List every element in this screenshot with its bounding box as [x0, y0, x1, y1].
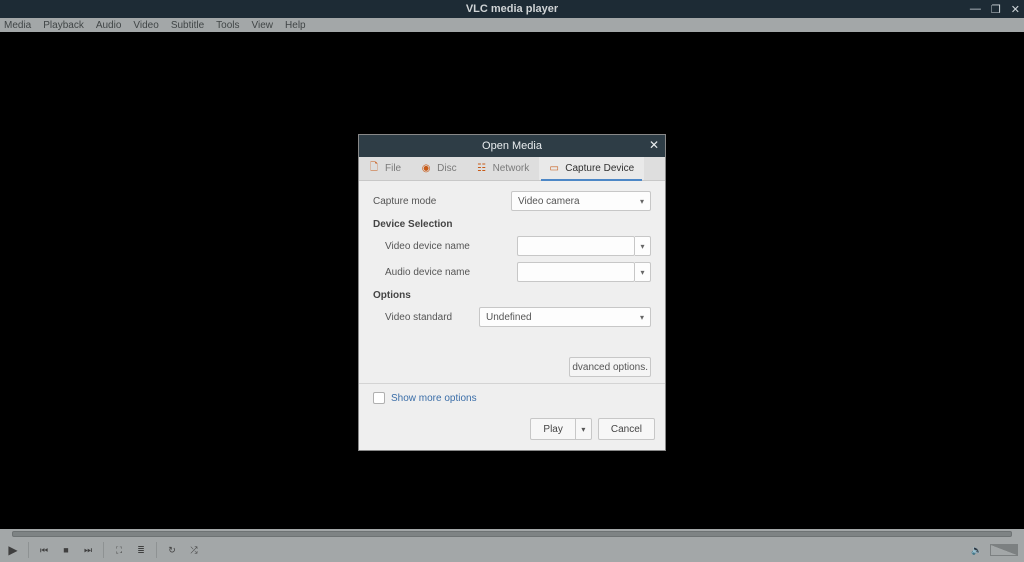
seek-bar-container	[0, 529, 1024, 538]
menu-audio[interactable]: Audio	[96, 20, 122, 31]
tab-file-label: File	[385, 163, 401, 174]
tab-capture-device[interactable]: ▭ Capture Device	[539, 157, 644, 180]
play-button-label: Play	[543, 424, 562, 435]
close-icon[interactable]: ✕	[1011, 3, 1020, 16]
seek-slider[interactable]	[12, 531, 1012, 537]
playlist-button[interactable]: ≣	[132, 541, 150, 559]
divider	[156, 542, 157, 558]
loop-button[interactable]: ↻	[163, 541, 181, 559]
play-button[interactable]: ▶	[4, 541, 22, 559]
divider	[103, 542, 104, 558]
network-icon: ☷	[477, 163, 487, 174]
device-selection-heading: Device Selection	[373, 219, 651, 230]
menu-playback[interactable]: Playback	[43, 20, 84, 31]
menu-media[interactable]: Media	[4, 20, 31, 31]
options-heading: Options	[373, 290, 651, 301]
show-more-checkbox[interactable]	[373, 392, 385, 404]
dialog-tabbar: 🗋 File ◉ Disc ☷ Network ▭ Capture Device	[359, 157, 665, 181]
video-device-name-combo[interactable]	[517, 236, 635, 256]
dialog-title: Open Media	[482, 140, 542, 152]
capture-panel: Capture mode Video camera ▾ Device Selec…	[359, 181, 665, 383]
audio-device-name-dropdown[interactable]: ▾	[635, 262, 651, 282]
video-standard-label: Video standard	[385, 312, 479, 323]
shuffle-button[interactable]: ⤮	[185, 541, 203, 559]
window-title: VLC media player	[466, 3, 558, 15]
tab-file[interactable]: 🗋 File	[359, 157, 411, 180]
open-media-dialog: Open Media ✕ 🗋 File ◉ Disc ☷ Network ▭ C…	[358, 134, 666, 451]
tab-network[interactable]: ☷ Network	[467, 157, 540, 180]
play-button-dropdown[interactable]: ▾	[576, 418, 592, 440]
minimize-icon[interactable]: —	[970, 3, 981, 15]
video-standard-value: Undefined	[486, 312, 532, 323]
dialog-titlebar: Open Media ✕	[359, 135, 665, 157]
chevron-down-icon: ▾	[640, 197, 644, 206]
capture-icon: ▭	[549, 163, 559, 174]
disc-icon: ◉	[421, 163, 431, 174]
tab-capture-label: Capture Device	[565, 163, 634, 174]
advanced-options-label: dvanced options.	[572, 362, 648, 373]
cancel-button[interactable]: Cancel	[598, 418, 655, 440]
file-icon: 🗋	[369, 160, 379, 177]
divider	[28, 542, 29, 558]
menu-tools[interactable]: Tools	[216, 20, 239, 31]
window-titlebar: VLC media player — ❐ ✕	[0, 0, 1024, 18]
show-more-label: Show more options	[391, 393, 477, 404]
menu-video[interactable]: Video	[133, 20, 158, 31]
menu-view[interactable]: View	[252, 20, 274, 31]
next-button[interactable]: ⏭	[79, 541, 97, 559]
player-controls: ▶ ⏮ ■ ⏭ ⛶ ≣ ↻ ⤮ 🔈	[0, 538, 1024, 562]
tab-disc-label: Disc	[437, 163, 456, 174]
fullscreen-button[interactable]: ⛶	[110, 541, 128, 559]
tab-disc[interactable]: ◉ Disc	[411, 157, 466, 180]
dialog-button-row: Play ▾ Cancel	[359, 412, 665, 450]
stop-button[interactable]: ■	[57, 541, 75, 559]
video-standard-combo[interactable]: Undefined ▾	[479, 307, 651, 327]
audio-device-name-combo[interactable]	[517, 262, 635, 282]
mute-button[interactable]: 🔈	[968, 541, 986, 559]
cancel-button-label: Cancel	[611, 424, 642, 435]
advanced-options-button[interactable]: dvanced options.	[569, 357, 651, 377]
chevron-down-icon: ▾	[640, 313, 644, 322]
capture-mode-combo[interactable]: Video camera ▾	[511, 191, 651, 211]
audio-device-name-label: Audio device name	[385, 267, 517, 278]
capture-mode-label: Capture mode	[373, 196, 511, 207]
tab-network-label: Network	[493, 163, 530, 174]
maximize-icon[interactable]: ❐	[991, 3, 1001, 16]
previous-button[interactable]: ⏮	[35, 541, 53, 559]
video-device-name-dropdown[interactable]: ▾	[635, 236, 651, 256]
menu-subtitle[interactable]: Subtitle	[171, 20, 204, 31]
play-button[interactable]: Play	[530, 418, 575, 440]
menu-help[interactable]: Help	[285, 20, 306, 31]
video-device-name-label: Video device name	[385, 241, 517, 252]
menu-bar: Media Playback Audio Video Subtitle Tool…	[0, 18, 1024, 32]
dialog-close-icon[interactable]: ✕	[649, 138, 659, 152]
volume-slider[interactable]	[990, 544, 1018, 556]
show-more-options-row[interactable]: Show more options	[359, 383, 665, 412]
capture-mode-value: Video camera	[518, 196, 580, 207]
